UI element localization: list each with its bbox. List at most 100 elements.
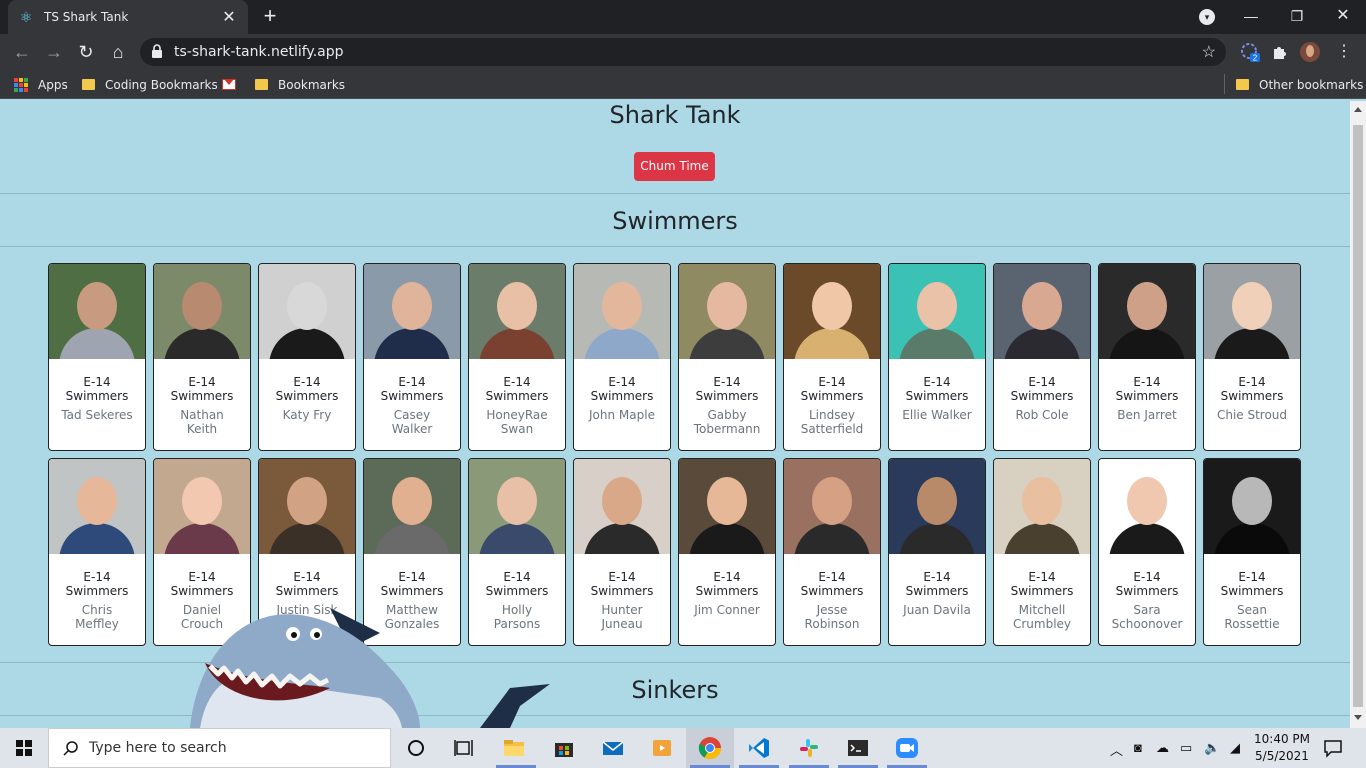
swimmer-card[interactable]: E-14 Swimmers Katy Fry (258, 263, 356, 451)
terminal-icon[interactable] (846, 736, 870, 760)
taskbar-search-input[interactable]: Type here to search (48, 728, 391, 768)
swimmer-name: Lindsey Satterfield (800, 408, 864, 436)
swimmer-name: Ellie Walker (902, 408, 972, 422)
swimmer-card[interactable]: E-14 Swimmers Chris Meffley (48, 458, 146, 646)
tab-close-icon[interactable]: ✕ (220, 7, 238, 27)
chrome-icon[interactable] (698, 736, 722, 760)
swimmer-photo (679, 264, 775, 359)
home-button[interactable]: ⌂ (106, 40, 130, 64)
swimmer-card[interactable]: E-14 Swimmers Jesse Robinson (783, 458, 881, 646)
notifications-icon[interactable] (1321, 736, 1345, 760)
swimmer-name: Gabby Tobermann (693, 408, 761, 436)
bookmark-other-label: Other bookmarks (1259, 77, 1364, 92)
swimmer-card[interactable]: E-14 Swimmers Tad Sekeres (48, 263, 146, 451)
swimmer-card[interactable]: E-14 Swimmers Nathan Keith (153, 263, 251, 451)
scrollbar-thumb[interactable] (1353, 125, 1363, 707)
swimmer-status: Swimmers (905, 584, 969, 598)
bookmark-star-icon[interactable]: ☆ (1202, 42, 1216, 62)
swimmer-photo (679, 459, 775, 554)
windows-start-icon[interactable] (0, 728, 48, 768)
vscode-icon[interactable] (747, 736, 771, 760)
cortana-icon[interactable] (404, 736, 428, 760)
bookmark-gmail[interactable] (222, 76, 244, 93)
profile-avatar[interactable] (1300, 42, 1320, 62)
page-scrollbar[interactable] (1350, 101, 1366, 728)
back-button[interactable]: ← (10, 40, 34, 64)
browser-toolbar: ← → ↻ ⌂ ts-shark-tank.netlify.app ☆ 2 ⋮ (0, 34, 1366, 70)
react-favicon-icon: ⚛ (19, 9, 33, 25)
browser-tab[interactable]: ⚛ TS Shark Tank ✕ (8, 0, 248, 34)
swimmer-name: Nathan Keith (180, 408, 224, 436)
swimmer-cohort: E-14 (1028, 375, 1056, 389)
show-hidden-icons-chevron-icon[interactable]: ︿ (1110, 740, 1123, 759)
swimmer-photo (1204, 459, 1300, 554)
swimmer-photo (784, 459, 880, 554)
scroll-down-arrow-icon[interactable] (1354, 715, 1362, 720)
tab-search-icon[interactable]: ▾ (1199, 9, 1215, 25)
swimmer-card[interactable]: E-14 Swimmers HoneyRae Swan (468, 263, 566, 451)
swimmer-status: Swimmers (1115, 389, 1179, 403)
swimmer-status: Swimmers (1115, 584, 1179, 598)
swimmer-card[interactable]: E-14 Swimmers Jim Conner (678, 458, 776, 646)
swimmer-cohort: E-14 (503, 375, 531, 389)
bookmark-apps-label: Apps (38, 77, 68, 92)
swimmer-cohort: E-14 (923, 570, 951, 584)
swimmer-name: Sara Schoonover (1111, 603, 1183, 631)
swimmer-card[interactable]: E-14 Swimmers Ellie Walker (888, 263, 986, 451)
swimmer-card[interactable]: E-14 Swimmers Sara Schoonover (1098, 458, 1196, 646)
scroll-up-arrow-icon[interactable] (1354, 107, 1362, 112)
swimmer-card[interactable]: E-14 Swimmers Juan Davila (888, 458, 986, 646)
windows-taskbar: Type here to search ︿ ◙ ☁ ▭ 🔈 ◢ 10:40 PM… (0, 728, 1366, 768)
swimmer-status: Swimmers (800, 389, 864, 403)
new-tab-button[interactable]: + (258, 4, 282, 28)
bookmark-apps[interactable]: Apps (14, 76, 68, 93)
volume-icon[interactable]: 🔈 (1204, 740, 1220, 756)
reload-button[interactable]: ↻ (74, 40, 98, 64)
swimmer-card[interactable]: E-14 Swimmers Hunter Juneau (573, 458, 671, 646)
swimmer-photo (889, 459, 985, 554)
forward-button[interactable]: → (42, 40, 66, 64)
swimmer-name: John Maple (589, 408, 655, 422)
bookmark-bookmarks-folder[interactable]: Bookmarks (255, 76, 345, 93)
swimmer-card[interactable]: E-14 Swimmers Chie Stroud (1203, 263, 1301, 451)
webcam-icon[interactable]: ◙ (1134, 740, 1142, 755)
extensions-puzzle-icon[interactable] (1270, 42, 1290, 62)
address-bar[interactable]: ts-shark-tank.netlify.app ☆ (140, 38, 1226, 66)
swimmer-card[interactable]: E-14 Swimmers Rob Cole (993, 263, 1091, 451)
taskbar-clock[interactable]: 10:40 PM 5/5/2021 (1252, 731, 1312, 765)
battery-icon[interactable]: ▭ (1180, 740, 1192, 756)
file-explorer-icon[interactable] (502, 736, 526, 760)
zoom-icon[interactable] (895, 736, 919, 760)
chrome-menu-icon[interactable]: ⋮ (1334, 42, 1354, 62)
chum-time-button[interactable]: Chum Time (634, 152, 715, 181)
minimize-button[interactable]: — (1228, 0, 1274, 34)
swimmer-photo (1204, 264, 1300, 359)
bookmark-bookmarks-label: Bookmarks (278, 77, 346, 92)
close-window-button[interactable]: ✕ (1320, 0, 1366, 34)
mail-icon[interactable] (601, 736, 625, 760)
bookmark-coding-folder[interactable]: Coding Bookmarks (82, 76, 218, 93)
slack-icon[interactable] (797, 736, 821, 760)
microsoft-store-icon[interactable] (552, 736, 576, 760)
swimmer-status: Swimmers (905, 389, 969, 403)
restore-button[interactable]: ❐ (1274, 0, 1320, 34)
swimmer-card[interactable]: E-14 Swimmers Mitchell Crumbley (993, 458, 1091, 646)
video-editor-icon[interactable] (650, 736, 674, 760)
swimmer-card[interactable]: E-14 Swimmers Ben Jarret (1098, 263, 1196, 451)
folder-icon (1236, 79, 1249, 90)
swimmer-card[interactable]: E-14 Swimmers John Maple (573, 263, 671, 451)
swimmer-card[interactable]: E-14 Swimmers Casey Walker (363, 263, 461, 451)
onedrive-icon[interactable]: ☁ (1156, 740, 1169, 756)
swimmer-card[interactable]: E-14 Swimmers Sean Rossettie (1203, 458, 1301, 646)
extension-icon[interactable]: 2 (1240, 42, 1260, 62)
swimmer-cohort: E-14 (818, 375, 846, 389)
swimmer-card[interactable]: E-14 Swimmers Gabby Tobermann (678, 263, 776, 451)
bookmark-other-folder[interactable]: Other bookmarks (1236, 76, 1363, 93)
swimmer-card[interactable]: E-14 Swimmers Lindsey Satterfield (783, 263, 881, 451)
wifi-icon[interactable]: ◢ (1230, 740, 1240, 756)
task-view-icon[interactable] (452, 736, 476, 760)
swimmer-photo (364, 459, 460, 554)
swimmer-status: Swimmers (1010, 584, 1074, 598)
swimmer-name: Rob Cole (1015, 408, 1069, 422)
swimmer-status: Swimmers (695, 389, 759, 403)
